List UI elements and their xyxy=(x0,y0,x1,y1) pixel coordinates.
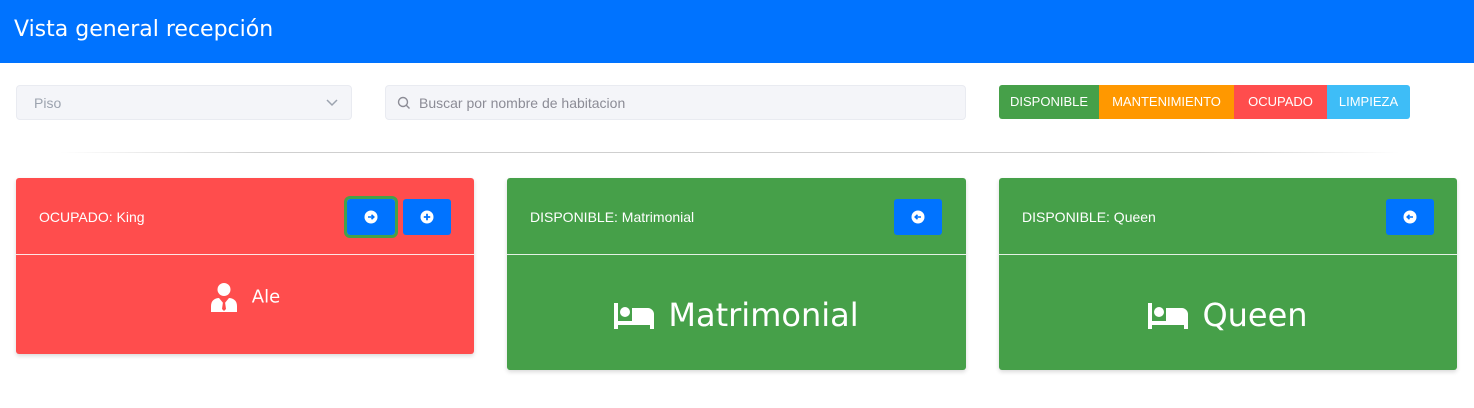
guest-name: Ale xyxy=(251,286,281,308)
floor-select[interactable]: Piso xyxy=(16,85,352,120)
legend-limpieza: LIMPIEZA xyxy=(1327,85,1410,119)
checkin-button[interactable] xyxy=(894,199,942,235)
chevron-down-icon xyxy=(326,99,338,107)
room-status-label: DISPONIBLE: Queen xyxy=(1022,209,1156,225)
room-status-label: DISPONIBLE: Matrimonial xyxy=(530,209,695,225)
add-button[interactable] xyxy=(403,199,451,235)
arrow-right-icon xyxy=(364,210,378,224)
room-card-queen: DISPONIBLE: Queen Queen xyxy=(999,178,1457,370)
page-title: Vista general recepción xyxy=(14,17,274,42)
card-separator xyxy=(507,254,966,255)
legend-mantenimiento: MANTENIMIENTO xyxy=(1099,85,1234,119)
checkout-button[interactable] xyxy=(344,196,398,238)
search-icon xyxy=(397,96,410,109)
legend-ocupado: OCUPADO xyxy=(1234,85,1327,119)
guest-info: Ale xyxy=(16,282,474,312)
checkin-button[interactable] xyxy=(1386,199,1434,235)
arrow-left-icon xyxy=(911,210,925,224)
user-tie-icon xyxy=(210,283,237,312)
card-separator xyxy=(999,254,1457,255)
bed-icon xyxy=(614,303,655,329)
room-type-info: Queen xyxy=(999,296,1457,334)
room-card-matrimonial: DISPONIBLE: Matrimonial Matrimonial xyxy=(507,178,966,370)
bed-icon xyxy=(1148,303,1189,329)
card-separator xyxy=(16,254,474,255)
plus-circle-icon xyxy=(420,210,434,224)
search-input[interactable] xyxy=(419,86,959,119)
room-type-name: Matrimonial xyxy=(668,296,859,334)
search-box[interactable] xyxy=(385,85,966,120)
room-status-label: OCUPADO: King xyxy=(39,209,145,225)
divider xyxy=(60,152,1400,153)
arrow-left-icon xyxy=(1403,210,1417,224)
legend-disponible: DISPONIBLE xyxy=(999,85,1099,119)
status-legend: DISPONIBLE MANTENIMIENTO OCUPADO LIMPIEZ… xyxy=(999,85,1410,119)
room-card-king: OCUPADO: King Ale xyxy=(16,178,474,354)
header-bar: Vista general recepción xyxy=(0,0,1474,63)
room-type-info: Matrimonial xyxy=(507,296,966,334)
room-type-name: Queen xyxy=(1202,296,1308,334)
floor-select-value: Piso xyxy=(34,95,62,111)
